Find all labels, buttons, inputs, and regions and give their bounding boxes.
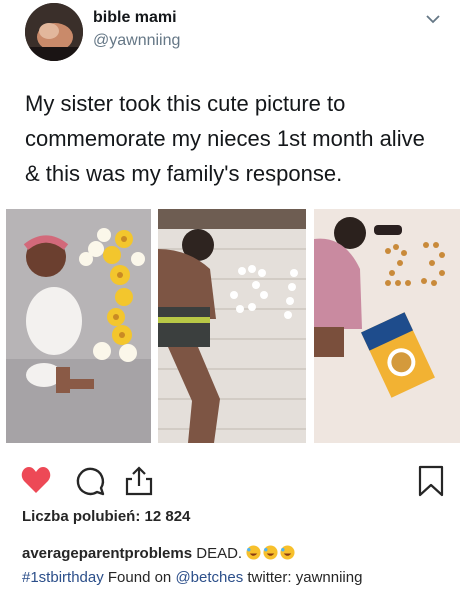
avatar[interactable] bbox=[25, 3, 83, 61]
likes-count[interactable]: Liczba polubień: 12 824 bbox=[22, 508, 190, 525]
laughing-emoji-icon bbox=[246, 545, 261, 560]
handle[interactable]: @yawnniing bbox=[93, 32, 180, 50]
photo-dad-sleeping[interactable] bbox=[158, 209, 306, 443]
hashtag-link[interactable]: #1stbirthday bbox=[22, 569, 104, 586]
display-name[interactable]: bible mami bbox=[93, 9, 177, 27]
cut-off-text bbox=[22, 591, 202, 600]
caption-found-on: Found on bbox=[107, 569, 172, 586]
heart-icon[interactable] bbox=[20, 464, 52, 498]
caption-text: DEAD. bbox=[196, 545, 243, 562]
laughing-emoji-icon bbox=[263, 545, 278, 560]
bookmark-icon[interactable] bbox=[415, 464, 447, 498]
tweet-text: My sister took this cute picture to comm… bbox=[25, 91, 425, 186]
caption-twitter: twitter: yawnniing bbox=[247, 569, 363, 586]
caption-username[interactable]: averageparentproblems bbox=[22, 545, 192, 562]
share-icon[interactable] bbox=[123, 464, 155, 498]
photo-baby-flowers[interactable] bbox=[6, 209, 151, 443]
chevron-down-icon[interactable] bbox=[425, 12, 441, 24]
photo-mom-sleeping[interactable] bbox=[314, 209, 460, 443]
comment-icon[interactable] bbox=[74, 464, 106, 498]
laughing-emoji-icon bbox=[280, 545, 295, 560]
mention-link[interactable]: @betches bbox=[175, 569, 243, 586]
caption: averageparentproblems DEAD. #1stbirthday… bbox=[22, 542, 458, 590]
emoji-group bbox=[246, 545, 297, 562]
